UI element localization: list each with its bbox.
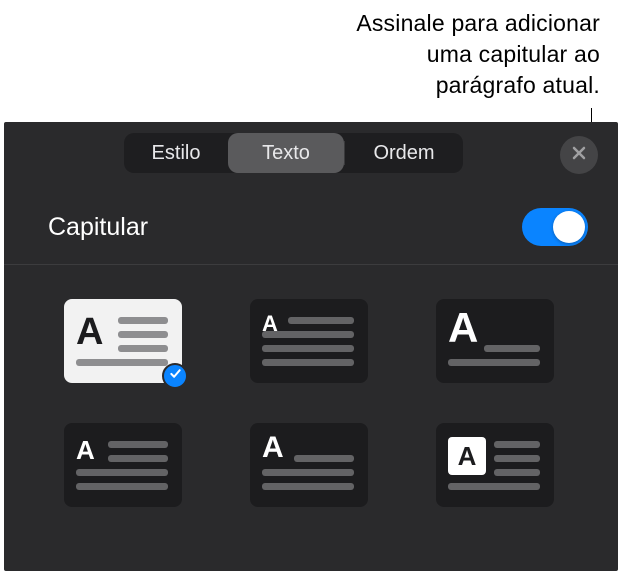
text-line-icon (448, 483, 540, 490)
close-icon (571, 145, 587, 166)
dropcap-style-1[interactable]: A (64, 299, 182, 383)
text-line-icon (262, 483, 354, 490)
text-line-icon (262, 359, 354, 366)
section-title: Capitular (48, 213, 148, 242)
dropcap-style-6-preview: A (436, 423, 554, 507)
dropcap-toggle[interactable] (522, 208, 588, 246)
dropcap-style-5[interactable]: A (250, 423, 368, 507)
dropcap-letter-icon: A (262, 433, 284, 463)
text-line-icon (76, 359, 168, 366)
dropcap-letter-icon: A (76, 437, 95, 463)
text-line-icon (108, 455, 168, 462)
text-line-icon (262, 331, 354, 338)
dropcap-style-2-preview: A (250, 299, 368, 383)
text-line-icon (108, 441, 168, 448)
dropcap-style-2[interactable]: A (250, 299, 368, 383)
callout-text: Assinale para adicionar uma capitular ao… (356, 8, 600, 101)
dropcap-style-4-preview: A (64, 423, 182, 507)
dropcap-style-4[interactable]: A (64, 423, 182, 507)
segmented-control: Estilo Texto Ordem (124, 133, 463, 173)
text-line-icon (118, 331, 168, 338)
dropcap-letter-icon: A (458, 441, 477, 472)
text-line-icon (288, 317, 354, 324)
text-line-icon (494, 441, 540, 448)
dropcap-style-3-preview: A (436, 299, 554, 383)
tab-ordem-label: Ordem (373, 142, 434, 165)
text-line-icon (294, 455, 354, 462)
text-line-icon (76, 469, 168, 476)
close-button[interactable] (560, 136, 598, 174)
text-line-icon (262, 469, 354, 476)
dropcap-style-3[interactable]: A (436, 299, 554, 383)
text-line-icon (484, 345, 540, 352)
text-line-icon (448, 359, 540, 366)
tab-texto-label: Texto (262, 142, 310, 165)
text-line-icon (76, 483, 168, 490)
format-panel: Estilo Texto Ordem Capitular A (4, 122, 618, 571)
text-line-icon (118, 345, 168, 352)
boxed-dropcap-icon: A (448, 437, 486, 475)
tab-estilo-label: Estilo (152, 142, 201, 165)
dropcap-style-6[interactable]: A (436, 423, 554, 507)
dropcap-style-5-preview: A (250, 423, 368, 507)
text-line-icon (118, 317, 168, 324)
dropcap-section-header: Capitular (4, 184, 618, 265)
text-line-icon (262, 345, 354, 352)
dropcap-letter-icon: A (76, 313, 103, 351)
check-icon (169, 367, 182, 385)
tab-bar: Estilo Texto Ordem (4, 122, 618, 184)
toggle-knob (553, 211, 585, 243)
dropcap-letter-icon: A (448, 307, 478, 349)
text-line-icon (494, 455, 540, 462)
text-line-icon (494, 469, 540, 476)
tab-texto[interactable]: Texto (228, 133, 344, 173)
selected-checkmark (162, 363, 188, 389)
tab-estilo[interactable]: Estilo (124, 133, 228, 173)
dropcap-style-grid: A A A (4, 265, 618, 527)
tab-ordem[interactable]: Ordem (345, 133, 463, 173)
